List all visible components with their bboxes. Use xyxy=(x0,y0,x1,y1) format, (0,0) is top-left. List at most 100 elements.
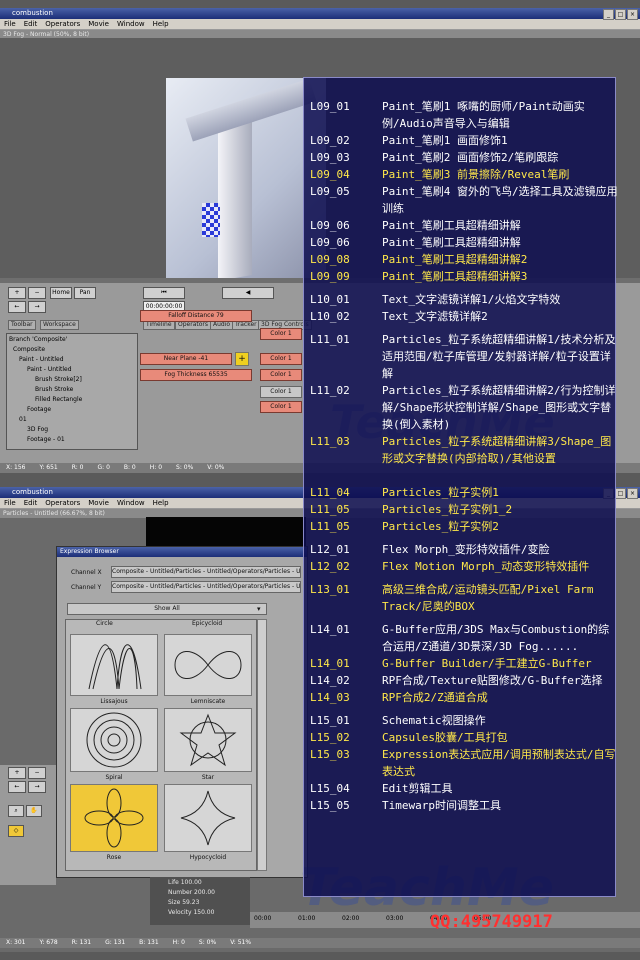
curve-label-top-left: Circle xyxy=(96,620,113,627)
tree-item[interactable]: 3D Fog xyxy=(27,426,48,433)
tree-item[interactable]: Composite xyxy=(13,346,45,353)
course-title: RPF合成/Texture贴图修改/G-Buffer选择 xyxy=(382,674,603,687)
maximize-icon[interactable]: □ xyxy=(615,9,626,20)
filter-dropdown[interactable]: Show All xyxy=(67,603,267,615)
spiral-icon xyxy=(86,712,142,768)
back-arrow-icon[interactable]: ← xyxy=(8,301,26,313)
tree-item[interactable]: Brush Stroke xyxy=(35,386,73,393)
course-code: L11_01 xyxy=(310,333,350,346)
menu-item-operators[interactable]: Operators xyxy=(45,19,80,29)
course-code: L11_04 xyxy=(310,486,350,499)
menu-item-edit[interactable]: Edit xyxy=(24,19,38,29)
course-code: L13_01 xyxy=(310,583,350,596)
tree-item[interactable]: Paint - Untitled xyxy=(19,356,64,363)
status-readout: V: 51% xyxy=(230,939,252,946)
play-back-button[interactable]: ◀ xyxy=(222,287,274,299)
tree-item[interactable]: Brush Stroke[2] xyxy=(35,376,82,383)
star-card[interactable]: Star xyxy=(164,708,252,781)
course-code: L15_03 xyxy=(310,748,350,761)
course-code: L11_05 xyxy=(310,503,350,516)
menu-item-operators[interactable]: Operators xyxy=(45,498,80,508)
forward-arrow-icon[interactable]: → xyxy=(28,301,46,313)
color-swatch-3[interactable]: Color 1 xyxy=(260,369,302,381)
tab-workspace[interactable]: Workspace xyxy=(40,320,79,330)
minimize-icon[interactable]: _ xyxy=(603,9,614,20)
particle-param[interactable]: Life 100.00 xyxy=(168,879,202,886)
status-readout: Y: 678 xyxy=(39,939,58,946)
tab-toolbar[interactable]: Toolbar xyxy=(8,320,36,330)
add-keyframe-icon[interactable]: + xyxy=(235,352,249,366)
color-swatch-4[interactable]: Color 1 xyxy=(260,386,302,398)
channel-x-field[interactable]: Composite - Untitled/Particles - Untitle… xyxy=(111,566,301,578)
lemniscate-card[interactable]: Lemniscate xyxy=(164,634,252,705)
add-button[interactable]: + xyxy=(8,767,26,779)
curve-label-top-right: Epicycloid xyxy=(192,620,223,627)
menu-item-edit[interactable]: Edit xyxy=(24,498,38,508)
first-frame-button[interactable]: ⏮ xyxy=(143,287,185,299)
checker-cube xyxy=(202,203,220,237)
tree-item[interactable]: Footage xyxy=(27,406,51,413)
course-title: Paint_笔刷2 画面修饰2/笔刷跟踪 xyxy=(382,151,559,164)
course-code: L11_03 xyxy=(310,435,350,448)
add-button[interactable]: + xyxy=(8,287,26,299)
status-readout: H: 0 xyxy=(172,939,185,946)
dialog-scrollbar[interactable] xyxy=(257,619,267,871)
course-code: L11_05 xyxy=(310,520,350,533)
tree-item[interactable]: Branch 'Composite' xyxy=(9,336,67,343)
menu-item-window[interactable]: Window xyxy=(117,498,145,508)
color-swatch-2[interactable]: Color 1 xyxy=(260,353,302,365)
course-code: L09_02 xyxy=(310,134,350,147)
status-readout: V: 0% xyxy=(207,464,225,471)
course-title: Text_文字滤镜详解2 xyxy=(382,310,488,323)
top-title-bar: combustion _ □ × xyxy=(0,8,640,20)
forward-arrow-icon[interactable]: → xyxy=(28,781,46,793)
rose-card[interactable]: Rose xyxy=(70,784,158,861)
select-icon[interactable]: ◇ xyxy=(8,825,24,837)
menu-item-file[interactable]: File xyxy=(4,498,16,508)
hypocycloid-card[interactable]: Hypocycloid xyxy=(164,784,252,861)
close-icon[interactable]: × xyxy=(627,488,638,499)
lissajous-card[interactable]: Lissajous xyxy=(70,634,158,705)
status-readout: G: 131 xyxy=(105,939,126,946)
tree-item[interactable]: Footage - 01 xyxy=(27,436,65,443)
rose-icon xyxy=(84,788,144,848)
course-code: L11_02 xyxy=(310,384,350,397)
remove-button[interactable]: − xyxy=(28,287,46,299)
channel-y-field[interactable]: Composite - Untitled/Particles - Untitle… xyxy=(111,581,301,593)
falloff-distance-slider[interactable]: Falloff Distance 79 xyxy=(140,310,252,322)
spiral-label: Spiral xyxy=(105,774,123,781)
particle-params: Life 100.00 Number 200.00 Size 59.23 Veloci… xyxy=(150,877,250,925)
fog-thickness-slider[interactable]: Fog Thickness 65535 xyxy=(140,369,252,381)
status-readout: G: 0 xyxy=(97,464,110,471)
tree-item[interactable]: Filled Rectangle xyxy=(35,396,82,403)
close-icon[interactable]: × xyxy=(627,9,638,20)
menu-item-file[interactable]: File xyxy=(4,19,16,29)
color-swatch-5[interactable]: Color 1 xyxy=(260,401,302,413)
course-title: Timewarp时间调整工具 xyxy=(382,799,501,812)
back-arrow-icon[interactable]: ← xyxy=(8,781,26,793)
tree-item[interactable]: 01 xyxy=(19,416,27,423)
near-plane-slider[interactable]: Near Plane -41 xyxy=(140,353,232,365)
hand-icon[interactable]: ✋ xyxy=(26,805,42,817)
pan-button[interactable]: Pan xyxy=(74,287,96,299)
star-icon xyxy=(179,713,237,767)
tree-item[interactable]: Paint - Untitled xyxy=(27,366,72,373)
particle-param[interactable]: Number 200.00 xyxy=(168,889,215,896)
menu-item-help[interactable]: Help xyxy=(153,19,169,29)
remove-button[interactable]: − xyxy=(28,767,46,779)
menu-item-help[interactable]: Help xyxy=(153,498,169,508)
status-readout: R: 0 xyxy=(71,464,84,471)
spiral-card[interactable]: Spiral xyxy=(70,708,158,781)
course-title: Particles_粒子系统超精细讲解2/行为控制详解/Shape形状控制详解/… xyxy=(382,384,616,431)
course-title: Particles_粒子实例1_2 xyxy=(382,503,513,516)
particle-param[interactable]: Velocity 150.00 xyxy=(168,909,214,916)
particle-param[interactable]: Size 59.23 xyxy=(168,899,199,906)
color-swatch-1[interactable]: Color 1 xyxy=(260,328,302,340)
dropdown-arrow-icon[interactable]: ▾ xyxy=(257,605,261,613)
menu-item-movie[interactable]: Movie xyxy=(88,498,109,508)
home-button[interactable]: Home xyxy=(50,287,72,299)
zoom-icon[interactable]: ⌕ xyxy=(8,805,24,817)
menu-item-movie[interactable]: Movie xyxy=(88,19,109,29)
menu-item-window[interactable]: Window xyxy=(117,19,145,29)
top-menubar: File Edit Operators Movie Window Help xyxy=(0,19,640,30)
